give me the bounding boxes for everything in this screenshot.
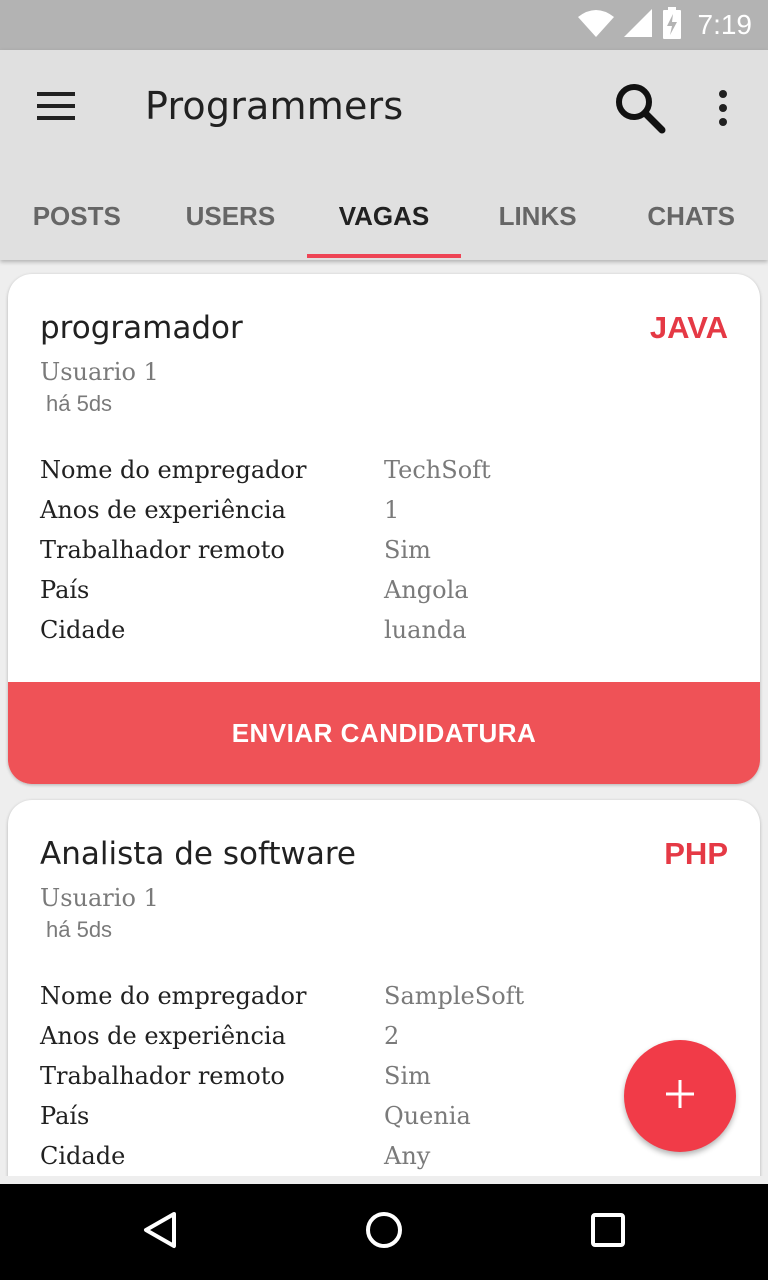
home-icon	[364, 1210, 404, 1255]
cell-signal-icon	[623, 8, 652, 42]
detail-value: Quenia	[384, 1102, 471, 1130]
tab-label: POSTS	[32, 200, 121, 231]
tab-vagas[interactable]: VAGAS	[307, 172, 461, 260]
detail-value: SampleSoft	[384, 982, 525, 1010]
menu-button[interactable]	[26, 86, 86, 130]
job-list[interactable]: programador JAVA Usuario 1 há 5ds Nome d…	[0, 260, 768, 1176]
tab-label: LINKS	[498, 200, 577, 231]
add-fab[interactable]	[624, 1040, 736, 1152]
tab-chats[interactable]: CHATS	[614, 172, 768, 260]
detail-value: 1	[384, 496, 400, 524]
job-time-ago: há 5ds	[46, 917, 113, 942]
tab-links[interactable]: LINKS	[461, 172, 615, 260]
battery-charging-icon	[662, 6, 682, 44]
home-button[interactable]	[360, 1208, 408, 1256]
page-title: Programmers	[145, 84, 404, 128]
detail-key: País	[40, 1102, 90, 1130]
more-options-button[interactable]	[700, 80, 746, 140]
job-time-ago: há 5ds	[46, 391, 113, 416]
more-vert-icon	[718, 89, 728, 131]
job-card: programador JAVA Usuario 1 há 5ds Nome d…	[8, 274, 760, 784]
detail-key: Anos de experiência	[40, 496, 286, 524]
status-bar: 7:19	[0, 0, 768, 50]
detail-row-remote: Trabalhador remoto Sim	[40, 530, 730, 570]
detail-row-experience: Anos de experiência 1	[40, 490, 730, 530]
job-title: programador	[40, 310, 243, 346]
tab-posts[interactable]: POSTS	[0, 172, 154, 260]
job-language-tag: JAVA	[649, 310, 728, 345]
tab-label: CHATS	[647, 200, 735, 231]
job-author[interactable]: Usuario 1	[40, 884, 159, 912]
back-button[interactable]	[136, 1208, 184, 1256]
menu-icon	[37, 91, 75, 125]
detail-value: 2	[384, 1022, 400, 1050]
search-icon	[614, 82, 666, 139]
detail-key: Nome do empregador	[40, 456, 307, 484]
search-button[interactable]	[608, 78, 672, 142]
apply-button[interactable]: ENVIAR CANDIDATURA	[8, 682, 760, 784]
detail-key: Trabalhador remoto	[40, 536, 285, 564]
status-time: 7:19	[697, 9, 753, 40]
recents-icon	[590, 1212, 626, 1253]
job-author[interactable]: Usuario 1	[40, 358, 159, 386]
detail-key: Nome do empregador	[40, 982, 307, 1010]
status-icons: 7:19	[577, 0, 753, 50]
detail-value: Any	[384, 1142, 431, 1170]
detail-value: luanda	[384, 616, 467, 644]
detail-row-country: País Angola	[40, 570, 730, 610]
detail-key: Cidade	[40, 1142, 126, 1170]
detail-value: TechSoft	[384, 456, 491, 484]
tab-users[interactable]: USERS	[154, 172, 308, 260]
detail-row-employer: Nome do empregador TechSoft	[40, 450, 730, 490]
detail-row-employer: Nome do empregador SampleSoft	[40, 976, 730, 1016]
detail-value: Sim	[384, 536, 431, 564]
app-bar: Programmers POSTS USERS VAGAS LINKS CHAT…	[0, 50, 768, 260]
tab-bar: POSTS USERS VAGAS LINKS CHATS	[0, 172, 768, 260]
detail-row-city: Cidade luanda	[40, 610, 730, 650]
job-language-tag: PHP	[664, 836, 728, 871]
add-icon	[664, 1078, 696, 1115]
tab-label: USERS	[185, 200, 276, 231]
detail-value: Angola	[384, 576, 469, 604]
detail-key: País	[40, 576, 90, 604]
wifi-icon	[577, 9, 614, 42]
detail-key: Trabalhador remoto	[40, 1062, 285, 1090]
job-title: Analista de software	[40, 836, 356, 872]
detail-row-city: Cidade Any	[40, 1136, 730, 1176]
detail-key: Cidade	[40, 616, 126, 644]
detail-value: Sim	[384, 1062, 431, 1090]
detail-key: Anos de experiência	[40, 1022, 286, 1050]
active-tab-indicator	[307, 254, 461, 258]
system-nav-bar	[0, 1184, 768, 1280]
back-icon	[140, 1210, 180, 1255]
job-details: Nome do empregador TechSoft Anos de expe…	[40, 450, 730, 650]
tab-label: VAGAS	[338, 200, 430, 231]
detail-row-experience: Anos de experiência 2	[40, 1016, 730, 1056]
recents-button[interactable]	[584, 1208, 632, 1256]
